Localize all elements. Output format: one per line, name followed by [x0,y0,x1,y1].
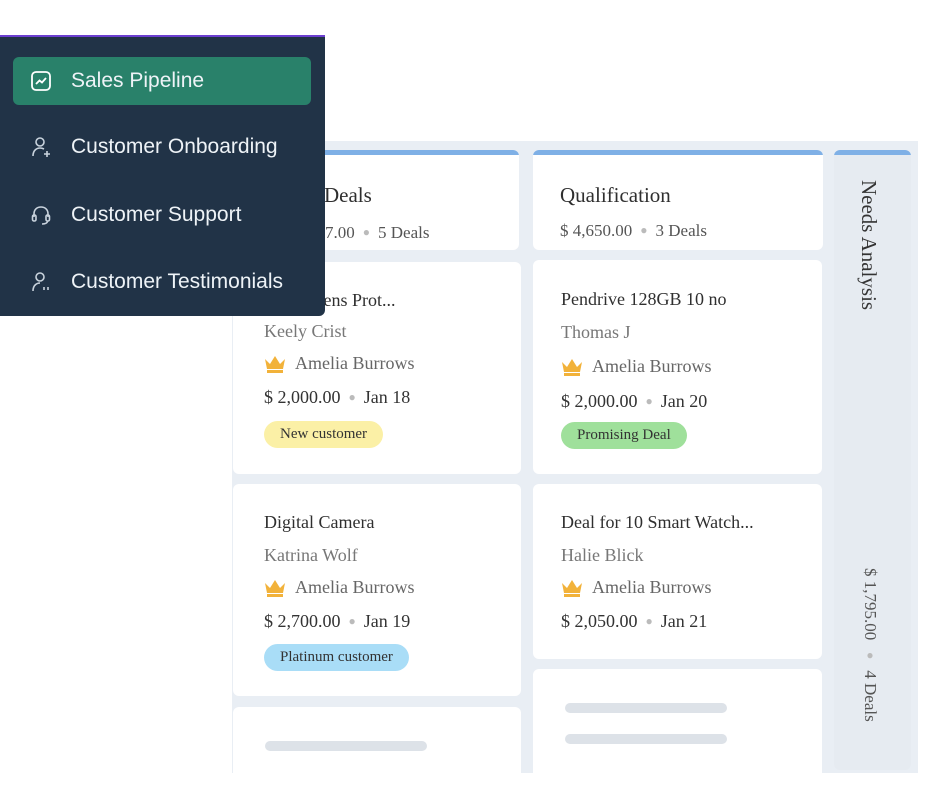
menu-item-label: Customer Onboarding [71,135,278,158]
deal-date: Jan 18 [363,387,411,407]
column-title: Qualification [560,183,671,207]
headset-icon [31,206,51,225]
deal-card[interactable]: Pendrive 128GB 10 no Thomas J Amelia Bur… [533,260,822,474]
deal-owner: Amelia Burrows [264,577,414,598]
column-summary: 7.00 ● 5 Deals [325,223,430,242]
user-quote-icon [32,272,49,292]
menu-item-customer-onboarding[interactable]: Customer Onboarding [13,123,311,171]
user-add-icon [32,137,50,157]
deal-owner-name: Amelia Burrows [295,577,415,597]
deal-card-loading [233,707,521,773]
loading-placeholder [565,734,727,744]
deal-contact: Halie Blick [561,545,644,565]
deal-amount: $ 2,050.00 [561,611,638,631]
crown-icon [562,358,582,376]
deal-amount: $ 2,000.00 [561,391,638,411]
loading-placeholder [565,703,727,713]
column-amount: $ 4,650.00 [560,221,633,240]
deal-tag: Promising Deal [561,422,687,449]
column-header[interactable]: Qualification $ 4,650.00 ● 3 Deals [533,150,823,250]
deal-title: Digital Camera [264,512,375,532]
deal-owner: Amelia Burrows [561,577,711,598]
column-count: 3 Deals [655,221,707,240]
column-count: 4 Deals [861,670,880,722]
deal-amount-date: $ 2,000.00 ● Jan 20 [561,391,708,411]
menu-item-customer-support[interactable]: Customer Support [13,191,311,239]
deal-title: Pendrive 128GB 10 no [561,289,727,309]
deal-amount-date: $ 2,050.00 ● Jan 21 [561,611,708,631]
column-count: 5 Deals [378,223,430,242]
deal-date: Jan 20 [660,391,708,411]
kanban-board: Deals 7.00 ● 5 Deals amera Lens Prot... Ke… [232,141,918,773]
deal-tag: Platinum customer [264,644,409,671]
crown-icon [265,579,285,597]
deal-owner-name: Amelia Burrows [295,353,415,373]
pipeline-menu: Sales Pipeline Customer Onboarding Custo… [0,35,325,316]
column-summary: $ 4,650.00 ● 3 Deals [560,221,707,240]
column-summary: $ 1,795.00●4 Deals [861,568,880,722]
deal-tag: New customer [264,421,384,448]
column-amount: $ 1,795.00 [861,568,880,641]
deal-owner-name: Amelia Burrows [592,356,712,376]
deal-amount: $ 2,000.00 [264,387,341,407]
deal-card[interactable]: Digital Camera Katrina Wolf Amelia Burro… [233,484,521,696]
deal-amount-date: $ 2,700.00 ● Jan 19 [264,611,411,631]
column-title: Needs Analysis [857,180,881,311]
deal-card[interactable]: Deal for 10 Smart Watch... Halie Blick A… [533,484,822,659]
deal-contact: Katrina Wolf [264,545,358,565]
crown-icon [265,355,285,373]
deal-contact: Thomas J [561,322,631,342]
menu-item-customer-testimonials[interactable]: Customer Testimonials [13,258,311,306]
crown-icon [562,579,582,597]
deal-amount-date: $ 2,000.00 ● Jan 18 [264,387,411,407]
deal-owner: Amelia Burrows [264,353,414,374]
deal-contact: Keely Crist [264,321,347,341]
column-amount: 7.00 [325,223,355,242]
menu-item-sales-pipeline[interactable]: Sales Pipeline [13,57,311,105]
deal-date: Jan 21 [660,611,708,631]
loading-placeholder [265,741,427,751]
chart-line-icon [31,71,51,91]
column-title: Deals [324,183,372,207]
deal-title: Deal for 10 Smart Watch... [561,512,754,532]
deal-owner: Amelia Burrows [561,356,711,377]
column-needs-analysis[interactable]: Needs Analysis $ 1,795.00●4 Deals [834,150,911,770]
deal-card-loading [533,669,822,773]
menu-item-label: Customer Testimonials [71,270,284,293]
deal-amount: $ 2,700.00 [264,611,341,631]
deal-owner-name: Amelia Burrows [592,577,712,597]
menu-item-label: Sales Pipeline [71,69,205,92]
deal-date: Jan 19 [363,611,411,631]
menu-item-label: Customer Support [71,203,242,226]
